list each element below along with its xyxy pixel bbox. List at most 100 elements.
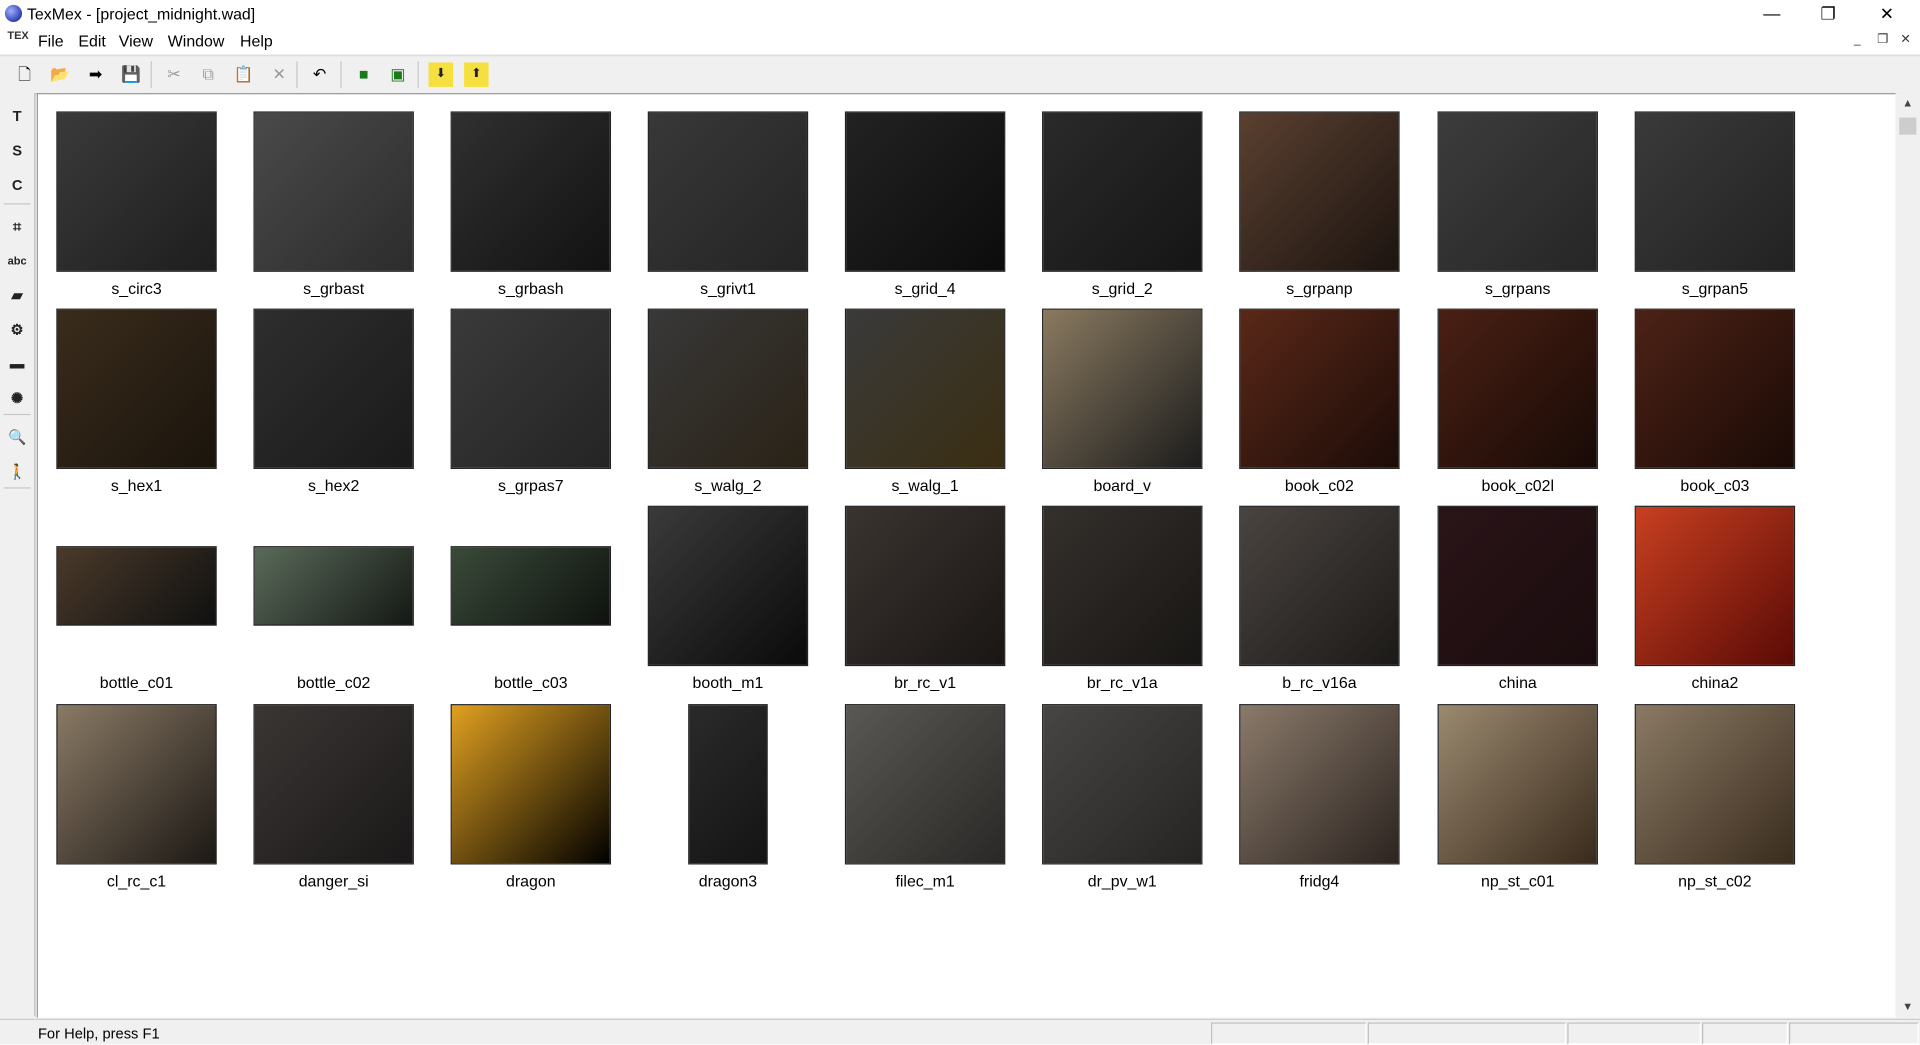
texture-thumbnail-frame <box>253 308 414 469</box>
toolbar-separator <box>150 61 152 89</box>
texture-thumbnail-frame <box>1634 505 1796 667</box>
texture-name: s_grpan5 <box>1681 279 1749 298</box>
texture-thumbnail <box>844 111 1006 272</box>
texture-name: dragon3 <box>698 871 758 891</box>
texture-name: filec_m1 <box>895 871 955 891</box>
texture-thumbnail-frame <box>1634 111 1796 272</box>
texture-thumbnail <box>253 111 414 272</box>
scroll-up-icon[interactable]: ▲ <box>1896 93 1920 113</box>
texture-thumbnail <box>647 308 809 469</box>
paste-icon[interactable]: 📋 <box>231 62 255 86</box>
menu-file[interactable]: File <box>38 32 64 50</box>
scroll-down-icon[interactable]: ▼ <box>1896 997 1920 1017</box>
texture-name: s_grbash <box>498 279 564 298</box>
zoom-icon[interactable]: 🔍 <box>6 426 28 448</box>
texture-thumbnail-frame <box>1437 111 1598 272</box>
gear-icon[interactable]: ⚙ <box>6 318 28 340</box>
texture-name: s_grid_2 <box>1091 279 1153 298</box>
open-folder-icon[interactable]: 📂 <box>48 62 72 86</box>
texture-name: bottle_c01 <box>99 673 174 692</box>
copy-icon[interactable]: ⧉ <box>196 62 220 86</box>
texture-thumbnail <box>844 704 1006 865</box>
new-file-icon[interactable]: 🗋 <box>12 62 36 86</box>
texture-thumbnail-frame <box>56 308 217 469</box>
texture-thumbnail <box>450 546 612 626</box>
texture-thumbnail <box>1239 505 1400 667</box>
maximize-button[interactable]: ❐ <box>1800 0 1856 29</box>
texture-name: np_st_c01 <box>1481 871 1555 891</box>
texture-thumbnail-frame <box>1042 704 1203 865</box>
delete-icon[interactable]: ✕ <box>267 62 291 86</box>
arrow-right-icon[interactable]: ➡ <box>83 62 107 86</box>
status-help-text: For Help, press F1 <box>37 1024 160 1043</box>
texture-thumbnail-frame <box>56 111 217 272</box>
speech-bubble-icon[interactable]: ▰ <box>6 284 28 306</box>
walking-figure-icon[interactable]: 🚶 <box>6 460 28 482</box>
texture-name: np_st_c02 <box>1678 871 1752 891</box>
mdi-close-button[interactable]: ✕ <box>1900 33 1910 46</box>
texture-thumbnail <box>1239 111 1400 272</box>
texture-name: s_grpans <box>1485 279 1551 298</box>
texture-thumbnail-frame <box>450 111 612 272</box>
texture-thumbnail <box>844 308 1006 469</box>
texture-thumbnail <box>253 704 414 865</box>
texture-thumbnail <box>450 111 612 272</box>
sun-icon[interactable]: ✺ <box>6 387 28 409</box>
status-pane <box>1567 1022 1701 1045</box>
texture-name: dr_pv_w1 <box>1087 871 1157 891</box>
texture-thumbnail <box>844 505 1006 667</box>
vertical-scrollbar[interactable]: ▲ ▼ <box>1895 93 1920 1017</box>
texture-thumbnail-frame <box>1437 308 1598 469</box>
view-single-icon[interactable]: ■ <box>351 62 375 86</box>
texture-thumbnail <box>1437 111 1598 272</box>
texture-thumbnail <box>1042 308 1203 469</box>
texture-thumbnail <box>56 308 217 469</box>
texture-thumbnail <box>450 308 612 469</box>
tool-palette: T S C ⌗ abc ▰ ⚙ ▬ ✺ 🔍 🚶 <box>0 93 36 1017</box>
texture-name: fridg4 <box>1299 871 1340 891</box>
view-fit-icon[interactable]: ▣ <box>386 62 410 86</box>
save-icon[interactable]: 💾 <box>119 62 143 86</box>
texture-name: s_grpas7 <box>498 476 564 495</box>
minimize-button[interactable]: — <box>1744 0 1800 29</box>
texture-thumbnail-frame <box>844 704 1006 865</box>
close-button[interactable]: ✕ <box>1859 0 1915 29</box>
export-icon[interactable]: ⬆ <box>464 62 489 87</box>
texture-thumbnail-frame <box>253 506 414 666</box>
texture-name: china2 <box>1691 673 1739 692</box>
texture-thumbnail-frame <box>647 111 809 272</box>
menu-edit[interactable]: Edit <box>78 32 105 50</box>
texture-thumbnail <box>1634 505 1796 667</box>
texture-thumbnail-frame <box>450 704 612 865</box>
menu-window[interactable]: Window <box>168 32 225 50</box>
texture-thumbnail <box>1437 308 1598 469</box>
app-logo-icon <box>4 4 23 23</box>
window-title: TexMex - [project_midnight.wad] <box>26 4 256 24</box>
mdi-document-icon[interactable]: TEX <box>7 30 28 49</box>
status-pane <box>1702 1022 1788 1045</box>
menu-view[interactable]: View <box>119 32 153 50</box>
menu-help[interactable]: Help <box>240 32 273 50</box>
crop-icon[interactable]: ⌗ <box>6 216 28 238</box>
undo-icon[interactable]: ↶ <box>307 62 331 86</box>
texture-thumbnail <box>1437 704 1598 865</box>
text-abc-icon[interactable]: abc <box>6 250 28 272</box>
c-tool-icon[interactable]: C <box>6 174 28 196</box>
texture-thumbnail-frame <box>450 506 612 666</box>
texture-thumbnail-frame <box>1239 111 1400 272</box>
truck-icon[interactable]: ▬ <box>6 353 28 375</box>
import-icon[interactable]: ⬇ <box>428 62 454 87</box>
mdi-minimize-button[interactable]: _ <box>1854 33 1861 46</box>
s-tool-icon[interactable]: S <box>6 140 28 162</box>
t-tool-icon[interactable]: T <box>6 105 28 127</box>
scroll-thumb[interactable] <box>1899 117 1917 135</box>
status-bar: For Help, press F1 <box>0 1018 1920 1045</box>
texture-thumbnail-frame <box>1437 704 1598 865</box>
mdi-restore-button[interactable]: ❐ <box>1877 33 1888 46</box>
texture-thumbnail <box>450 704 612 865</box>
texture-name: s_hex1 <box>110 476 163 495</box>
cut-icon[interactable]: ✂ <box>162 62 186 86</box>
texture-name: br_rc_v1a <box>1086 673 1158 692</box>
texture-name: bottle_c03 <box>494 673 568 692</box>
toolbar-separator <box>417 61 419 89</box>
